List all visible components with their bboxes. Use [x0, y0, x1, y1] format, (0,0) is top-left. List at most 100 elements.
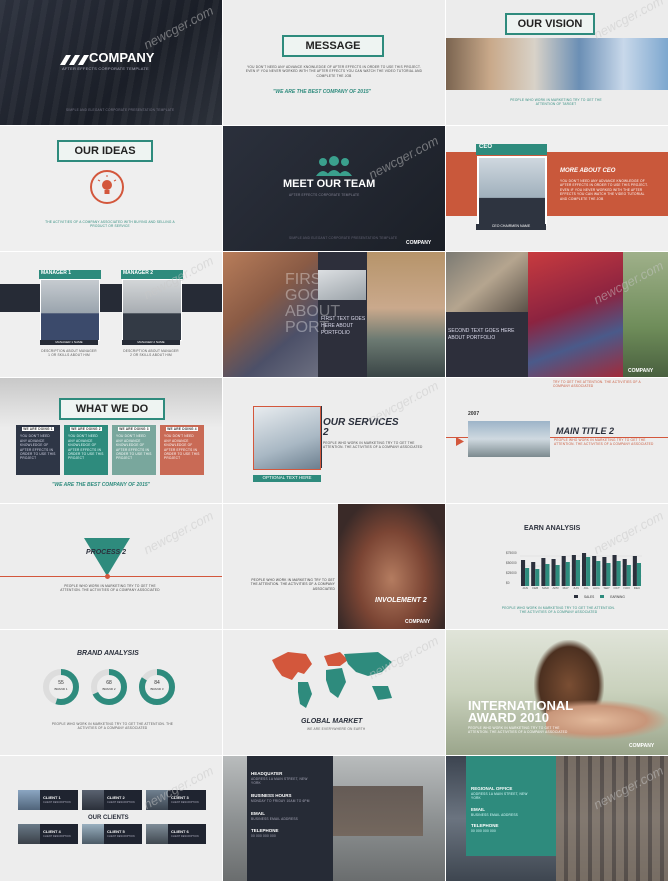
- slide-portfolio-1[interactable]: FIRST GOOD ABOUT PORT FIRST TEXT GOES HE…: [223, 252, 445, 377]
- portfolio1-sunset-photo: [367, 252, 445, 377]
- earn-ytick-0: $75000: [506, 551, 517, 555]
- slide-involvement-2[interactable]: PEOPLE WHO WORK IN MARKETING TRY TO GET …: [223, 504, 445, 629]
- earn-bar-earning: [626, 565, 631, 586]
- manager1-desc: DESCRIPTION ABOUT MANAGER 1 OR SKILLS AB…: [41, 349, 97, 358]
- team-brand: COMPANY: [406, 240, 432, 246]
- earn-bar-earning: [636, 563, 641, 586]
- slide-main-title-2[interactable]: TRY TO GET THE ATTENTION. THE ACTIVITIES…: [446, 378, 668, 503]
- wwd-title: WHAT WE DO: [59, 398, 165, 420]
- ceo-tag: CEO: [476, 144, 547, 155]
- process-title: PROCESS 2: [86, 549, 127, 556]
- process-line: [0, 576, 222, 577]
- team-title: MEET OUR TEAM: [283, 178, 376, 190]
- earn-bar-sales: [622, 559, 627, 586]
- earn-month: OCT: [613, 586, 620, 590]
- brand-ring-3-value: 84: [154, 680, 160, 686]
- wwd-quote: "WE ARE THE BEST COMPANY OF 2015": [52, 482, 150, 488]
- company-brand: COMPANY: [89, 50, 155, 65]
- client-card-2: CLIENT 2 CLIENT DESCRIPTION: [82, 790, 142, 810]
- vision-body: PEOPLE WHO WORK IN MARKETING TRY TO GET …: [510, 98, 602, 107]
- involvement-hands-photo: [338, 504, 445, 629]
- slide-grid: COMPANY AFTER EFFECTS CORPORATE TEMPLATE…: [0, 0, 668, 881]
- earn-bar-sales: [521, 560, 526, 586]
- earn-bar-sales: [541, 558, 546, 586]
- earn-bar-earning: [606, 563, 611, 586]
- global-sub: WE ARE EVERYWHERE ON EARTH: [307, 727, 366, 731]
- world-map-icon: [268, 646, 398, 717]
- timeline-body: PEOPLE WHO WORK IN MARKETING TRY TO GET …: [554, 438, 654, 447]
- team-footer: SIMPLE AND ELEGANT CORPORATE PRESENTATIO…: [289, 236, 398, 240]
- earn-month: FEB: [532, 586, 539, 590]
- legend-sales: SALES: [584, 595, 595, 599]
- wwd-card-2: WE ARE DOING 2 YOU DON'T NEED ANY ADVANC…: [64, 425, 108, 475]
- earn-ytick-1: $50000: [506, 561, 517, 565]
- legend-earning: EARNING: [610, 595, 625, 599]
- earn-month: APR: [552, 586, 559, 590]
- earn-bar-sales: [551, 559, 556, 586]
- services-body: PEOPLE WHO WORK IN MARKETING TRY TO GET …: [323, 441, 423, 450]
- brand-ring-1-label: BRAND 1: [54, 687, 68, 691]
- clients-title: OUR CLIENTS: [88, 815, 129, 821]
- involvement-text: PEOPLE WHO WORK IN MARKETING TRY TO GET …: [250, 578, 335, 591]
- wwd-card-1: WE ARE DOING 1 YOU DON'T NEED ANY ADVANC…: [16, 425, 60, 475]
- slide-international-award[interactable]: INTERNATIONAL AWARD 2010 PEOPLE WHO WORK…: [446, 630, 668, 755]
- ceo-caption: CEO CHAIRMEN NAME: [476, 224, 546, 230]
- earn-month: SEP: [603, 586, 610, 590]
- award-brand: COMPANY: [629, 743, 655, 749]
- portfolio1-text: FIRST TEXT GOES HERE ABOUT PORTFOLIO: [321, 316, 366, 336]
- earn-bar-sales: [582, 553, 587, 586]
- portfolio1-pen-photo: [318, 270, 366, 300]
- contact-panel: HEADQUATER ADDRESS 1A MAIN STREET, NEW Y…: [247, 756, 333, 881]
- regional-panel: REGIONAL OFFICE ADDRESS 1A MAIN STREET, …: [466, 756, 556, 856]
- earn-months: JAN FEB MAR APR MAY JUN JUL AUG SEP OCT …: [520, 586, 642, 590]
- brand-ring-2-value: 68: [106, 680, 112, 686]
- vision-photo-strip: [446, 38, 668, 90]
- earn-month: MAR: [542, 586, 549, 590]
- slide-our-ideas[interactable]: OUR IDEAS THE ACTIVITIES OF A COMPANY AS…: [0, 126, 222, 251]
- timeline-title: MAIN TITLE 2: [556, 426, 614, 436]
- earn-bars: [520, 553, 642, 586]
- manager1-name: MANAGER 1 NAME: [40, 340, 98, 345]
- company-subtitle: AFTER EFFECTS CORPORATE TEMPLATE: [62, 66, 149, 71]
- earn-bar-earning: [616, 561, 621, 586]
- earn-bar-earning: [555, 565, 560, 586]
- award-title: INTERNATIONAL AWARD 2010: [468, 698, 573, 725]
- brand-ring-2-label: BRAND 2: [102, 687, 116, 691]
- earn-ytick-2: $25000: [506, 571, 517, 575]
- slide-brand-analysis[interactable]: BRAND ANALYSIS 55 BRAND 1 68 BRAND 2 84 …: [0, 630, 222, 755]
- global-title: GLOBAL MARKET: [301, 718, 363, 725]
- managers-band: [0, 284, 222, 312]
- earn-ytick-3: $0: [506, 581, 510, 585]
- earn-bar-sales: [612, 555, 617, 586]
- timeline-city-photo: [468, 421, 550, 457]
- earn-month: NOV: [623, 586, 631, 590]
- slide-contact-hq[interactable]: HEADQUATER ADDRESS 1A MAIN STREET, NEW Y…: [223, 756, 445, 881]
- ceo-body: YOU DON'T NEED ANY ADVANCE KNOWLEDGE OF …: [560, 179, 648, 201]
- company-footer: SIMPLE AND ELEGANT CORPORATE PRESENTATIO…: [66, 108, 175, 112]
- earn-bar-earning: [535, 569, 540, 586]
- earn-legend: SALES EARNING: [574, 595, 625, 599]
- client-card-1: CLIENT 1 CLIENT DESCRIPTION: [18, 790, 78, 810]
- manager2-desc: DESCRIPTION ABOUT MANAGER 2 OR SKILLS AB…: [123, 349, 179, 358]
- contact-bench-photo: [333, 786, 423, 836]
- award-body: PEOPLE WHO WORK IN MARKETING TRY TO GET …: [468, 726, 568, 735]
- earn-bar-sales: [571, 555, 576, 586]
- legend-sales-swatch: [574, 595, 578, 598]
- slide-ceo[interactable]: CEO CEO CHAIRMEN NAME MORE ABOUT CEO YOU…: [446, 126, 668, 251]
- slide-what-we-do[interactable]: WHAT WE DO WE ARE DOING 1 YOU DON'T NEED…: [0, 378, 222, 503]
- message-title: MESSAGE: [282, 35, 384, 57]
- earn-bar-earning: [575, 560, 580, 586]
- ideas-body: THE ACTIVITIES OF A COMPANY ASSOCIATED W…: [45, 220, 175, 229]
- services-photo: [253, 406, 321, 470]
- manager2-name: MANAGER 2 NAME: [122, 340, 180, 345]
- earn-body: PEOPLE WHO WORK IN MARKETING TRY TO GET …: [501, 606, 616, 615]
- services-caption: OPTIONAL TEXT HERE: [253, 475, 321, 482]
- slide-message[interactable]: MESSAGE YOU DON'T NEED ANY ADVANCE KNOWL…: [223, 0, 445, 125]
- brand-title: BRAND ANALYSIS: [77, 650, 139, 657]
- earn-bar-sales: [561, 556, 566, 586]
- services-title: OUR SERVICES 2: [323, 417, 399, 438]
- portfolio2-crystal-photo: [528, 252, 623, 377]
- team-subtitle: AFTER EFFECTS CORPORATE TEMPLATE: [289, 193, 360, 197]
- timeline-year: 2007: [468, 411, 480, 417]
- earn-bar-sales: [592, 556, 597, 586]
